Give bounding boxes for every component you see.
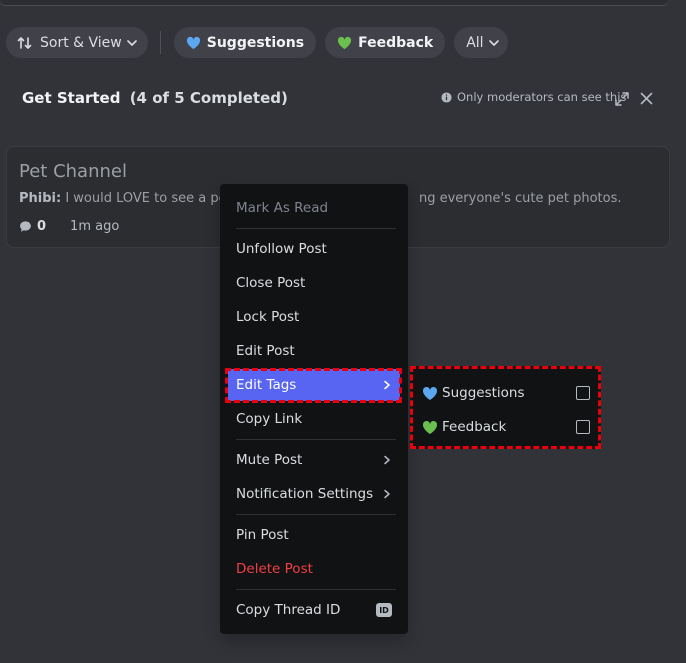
forum-toolbar: Sort & View Suggestions Feedback All — [6, 27, 517, 58]
menu-divider — [236, 589, 396, 590]
menu-item-label: Mark As Read — [236, 200, 329, 216]
post-context-menu: Mark As Read Unfollow Post Close Post Lo… — [220, 184, 408, 634]
chevron-right-icon — [384, 455, 390, 465]
expand-icon[interactable] — [613, 90, 631, 108]
menu-item-label: Delete Post — [236, 561, 313, 577]
menu-divider — [236, 228, 396, 229]
comment-icon — [20, 221, 31, 232]
chevron-down-icon — [126, 39, 137, 46]
post-preview-text-start: I would LOVE to see a pet c — [61, 191, 243, 206]
all-tags-dropdown[interactable]: All — [454, 27, 508, 58]
menu-item-mark-as-read: Mark As Read — [228, 192, 400, 224]
checkbox[interactable] — [576, 420, 590, 434]
id-badge-icon: ID — [376, 603, 392, 617]
all-tags-label: All — [466, 34, 484, 51]
tag-filter-suggestions[interactable]: Suggestions — [173, 27, 317, 58]
get-started-progress: (4 of 5 Completed) — [129, 89, 288, 107]
menu-divider — [236, 439, 396, 440]
get-started-title: Get Started — [22, 89, 121, 107]
checkbox[interactable] — [576, 386, 590, 400]
close-icon[interactable] — [640, 92, 653, 105]
post-author: Phibi: — [19, 191, 62, 206]
post-title: Pet Channel — [19, 161, 127, 182]
sort-view-button[interactable]: Sort & View — [6, 27, 148, 58]
menu-item-edit-tags[interactable]: Edit Tags — [228, 369, 400, 401]
menu-item-close-post[interactable]: Close Post — [228, 267, 400, 299]
menu-item-mute-post[interactable]: Mute Post — [228, 444, 400, 476]
menu-item-copy-thread-id[interactable]: Copy Thread ID ID — [228, 594, 400, 626]
moderator-note: Only moderators can see this — [441, 90, 626, 104]
sort-view-label: Sort & View — [40, 34, 122, 51]
post-timestamp: 1m ago — [70, 219, 120, 234]
menu-divider — [236, 514, 396, 515]
menu-item-label: Copy Link — [236, 411, 303, 427]
menu-item-pin-post[interactable]: Pin Post — [228, 519, 400, 551]
submenu-item-feedback[interactable]: Feedback — [422, 412, 590, 442]
blue-heart-icon — [422, 386, 438, 400]
green-heart-icon — [338, 36, 352, 49]
menu-item-label: Close Post — [236, 275, 306, 291]
menu-item-notification-settings[interactable]: Notification Settings — [228, 478, 400, 510]
post-meta: 0 1m ago — [19, 219, 119, 234]
menu-item-label: Edit Tags — [236, 377, 297, 393]
comment-count: 0 — [37, 219, 47, 234]
menu-item-edit-post[interactable]: Edit Post — [228, 335, 400, 367]
tag-filter-label: Feedback — [358, 34, 434, 51]
menu-item-label: Pin Post — [236, 527, 289, 543]
edit-tags-submenu: Suggestions Feedback — [410, 366, 601, 449]
green-heart-icon — [422, 420, 438, 434]
post-preview-text-end: ng everyone's cute pet photos. — [418, 191, 622, 206]
menu-item-unfollow-post[interactable]: Unfollow Post — [228, 233, 400, 265]
tag-filter-label: Suggestions — [206, 34, 305, 51]
menu-item-label: Unfollow Post — [236, 241, 327, 257]
submenu-item-label: Feedback — [442, 419, 507, 435]
menu-item-label: Notification Settings — [236, 486, 374, 502]
sort-icon — [17, 36, 32, 49]
submenu-item-suggestions[interactable]: Suggestions — [422, 378, 590, 408]
info-icon — [441, 91, 452, 103]
submenu-item-label: Suggestions — [442, 385, 525, 401]
menu-item-label: Edit Post — [236, 343, 295, 359]
menu-item-copy-link[interactable]: Copy Link — [228, 403, 400, 435]
chevron-down-icon — [488, 39, 499, 46]
menu-item-label: Copy Thread ID — [236, 602, 341, 618]
menu-item-label: Mute Post — [236, 452, 303, 468]
chevron-right-icon — [384, 380, 390, 390]
top-panel-edge — [0, 0, 668, 5]
blue-heart-icon — [186, 36, 200, 49]
chevron-right-icon — [384, 489, 390, 499]
tag-filter-feedback[interactable]: Feedback — [325, 27, 446, 58]
menu-item-delete-post[interactable]: Delete Post — [228, 553, 400, 585]
get-started-heading: Get Started (4 of 5 Completed) — [22, 89, 288, 107]
menu-item-label: Lock Post — [236, 309, 300, 325]
moderator-note-text: Only moderators can see this — [457, 90, 627, 104]
toolbar-divider — [159, 31, 161, 54]
menu-item-lock-post[interactable]: Lock Post — [228, 301, 400, 333]
